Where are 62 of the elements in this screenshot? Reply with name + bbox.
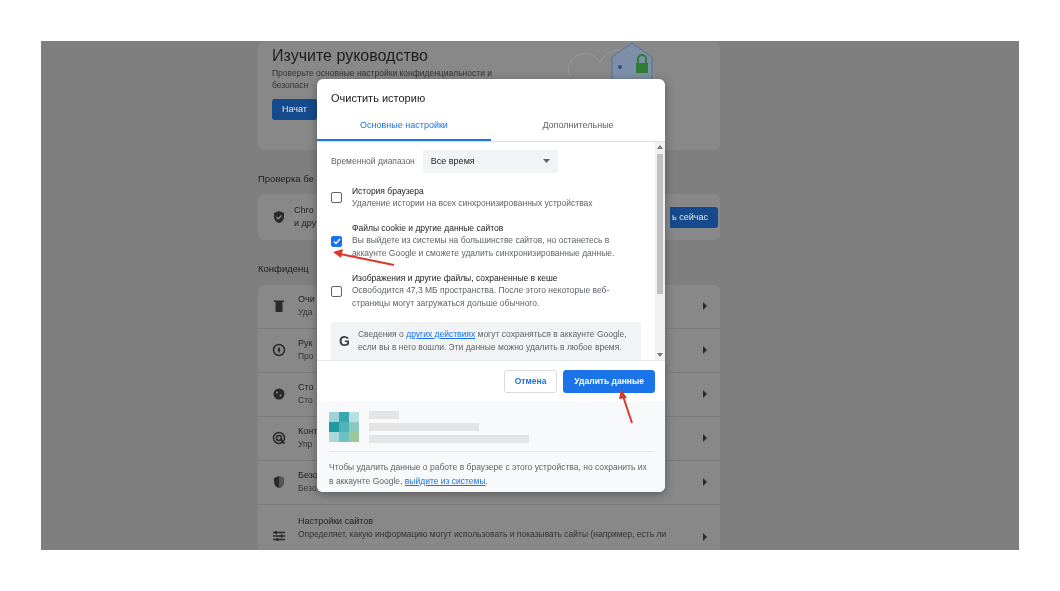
chevron-right-icon [702,390,708,398]
sliders-icon [272,528,286,543]
chevron-right-icon [702,532,708,541]
check-now-button[interactable]: ь сейчас [670,206,718,228]
chevron-right-icon [702,434,708,442]
caret-down-icon [542,159,550,164]
target-icon [272,431,286,445]
other-activity-link[interactable]: других действиях [406,329,476,339]
option-title: Файлы cookie и другие данные сайтов [352,222,505,234]
row-subtitle: Уда [298,306,313,319]
delete-data-button[interactable]: Удалить данные [563,370,655,393]
cookie-icon [272,387,286,401]
row-title: Сто [298,381,314,394]
row-subtitle: Безо [298,482,317,495]
sign-out-hint: Чтобы удалить данные о работе в браузере с этого устройства, но сохранить их в аккаунте Google, выйдите из системы. [329,461,648,488]
scrollbar[interactable] [655,141,665,360]
notice-text: Сведения о других действиях могут сохраняться в аккаунте Google, если вы в него вошли. Эти данные можно удалить в любое время. [357,328,628,354]
guide-description: Проверьте основные настройки конфиденциальности и [272,67,492,79]
cancel-button[interactable]: Отмена [503,370,558,393]
annotation-arrow [619,389,633,424]
section-heading: Конфиденц [258,262,310,277]
pixelated-avatar-icon [329,412,359,442]
scroll-down-icon [657,353,663,357]
trash-icon [272,299,286,313]
row-title: Конт [298,425,318,438]
tab[interactable]: Дополнительные [491,113,665,141]
section-heading: Проверка бе [258,172,315,186]
option-description: Вы выйдете из системы на большинстве сайтов, но останетесь в аккаунте Google и сможете удалить синхронизированные данные. [352,234,616,260]
google-logo: G [339,331,350,351]
settings-row[interactable]: Настройки сайтов Определяет, какую информацию могут использовать и показывать сайты (например, есть ли [258,504,720,550]
safety-check-text: Chro [294,204,314,218]
dialog-title: Очистить историю [331,91,427,105]
chevron-right-icon [702,346,708,354]
row-title: Безо [298,469,318,482]
checkbox[interactable] [331,192,342,203]
time-range-label: Временной диапазон [331,154,415,168]
row-subtitle: Упр [298,438,313,451]
option-description: Удаление истории на всех синхронизированных устройствах [352,197,593,210]
checkbox[interactable] [331,235,342,247]
row-title: Очи [298,293,315,306]
time-range-dropdown[interactable]: Все время [422,149,558,173]
row-title: Настройки сайтов [298,514,373,528]
row-title: Рук [298,337,313,350]
shield-check-icon [272,210,286,225]
guide-title: Изучите руководство [272,46,429,66]
compass-icon [272,343,286,357]
sign-out-link[interactable]: выйдите из системы [404,476,486,486]
chevron-right-icon [702,478,708,486]
safety-check-text: и дру [294,217,317,231]
shield-icon [272,475,286,489]
row-subtitle: Сто [298,394,313,407]
row-subtitle: Про [298,350,314,363]
tab[interactable]: Основные настройки [317,113,491,141]
start-button[interactable]: Начат [272,99,317,120]
chevron-right-icon [702,302,708,310]
option-title: Изображения и другие файлы, сохраненные в кеше [352,272,559,284]
checkbox[interactable] [331,285,342,297]
option-description: Освободится 47,3 МБ пространства. После этого некоторые веб-страницы могут загружаться дольше обычного. [352,284,611,310]
scroll-up-icon [657,144,663,149]
option-title: История браузера [352,185,425,197]
row-subtitle: Определяет, какую информацию могут использовать и показывать сайты (например, есть ли [298,527,667,541]
guide-description: безопасн [272,79,309,91]
